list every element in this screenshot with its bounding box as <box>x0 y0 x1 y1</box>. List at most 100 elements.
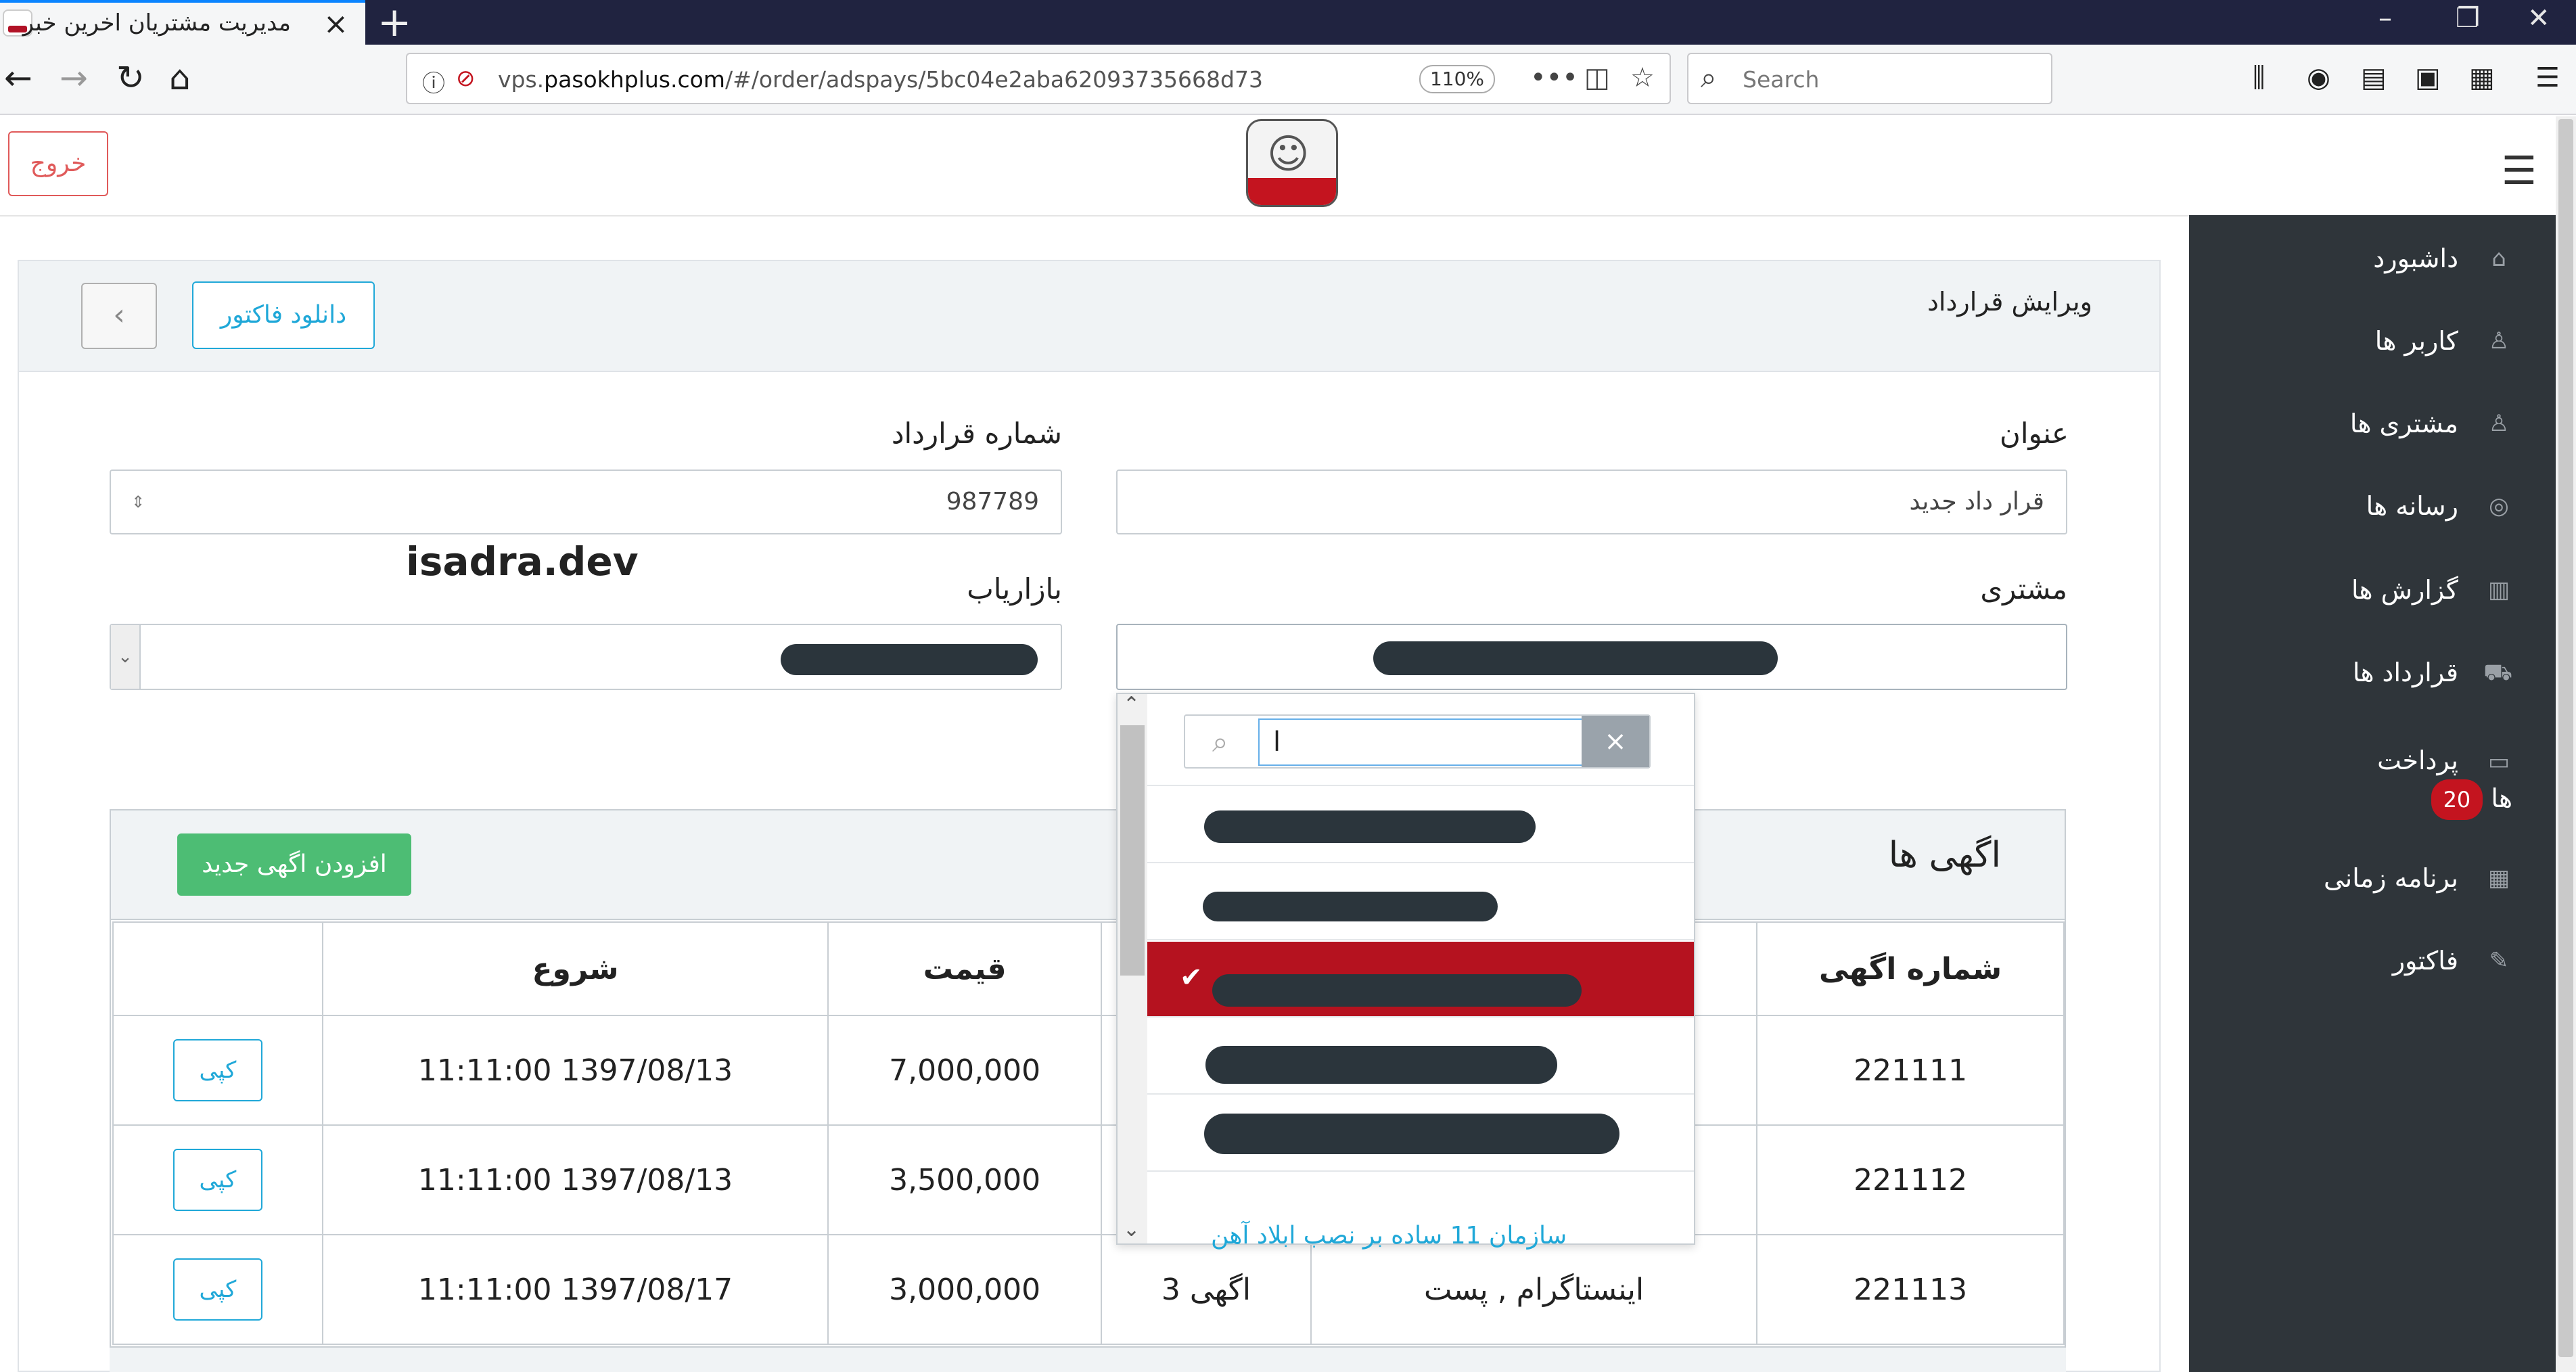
bookmark-star-icon[interactable]: ☆ <box>1630 62 1655 93</box>
more-actions-icon[interactable]: ••• <box>1530 62 1578 93</box>
sidebar-item-dashboard[interactable]: ⌂ داشبورد <box>2373 244 2512 273</box>
download-invoice-button[interactable]: دانلود فاکتور <box>192 281 375 349</box>
chevron-left-icon: ‹ <box>113 298 125 332</box>
sidebar-item-schedule[interactable]: ▦ برنامه زمانی <box>2324 863 2512 893</box>
number-cell: 221112 <box>1756 1124 2065 1235</box>
back-icon[interactable]: ← <box>4 58 32 97</box>
info-icon[interactable]: ⓘ <box>422 65 445 98</box>
payments-badge: 20 <box>2431 779 2483 820</box>
hamburger-icon[interactable]: ☰ <box>2502 147 2537 193</box>
scroll-up-icon[interactable]: ⌃ <box>1123 693 1140 716</box>
scroll-down-icon[interactable]: ⌄ <box>1123 1218 1140 1241</box>
sidebar-item-contracts[interactable]: ⛟ قرارداد ها <box>2353 658 2512 687</box>
forward-icon[interactable]: → <box>60 58 88 97</box>
name-cell: اگهی 3 <box>1101 1234 1312 1345</box>
table-header-row: شروع قیمت شماره اگهی <box>112 921 2065 1016</box>
redacted-option <box>1212 974 1582 1007</box>
marketer-select[interactable]: ⌄ <box>110 624 1062 690</box>
edit-icon: ✎ <box>2489 947 2509 974</box>
smiley-icon: ☺ <box>1267 131 1310 178</box>
page-title: ویرایش قرارداد <box>1927 287 2092 317</box>
dropdown-option[interactable] <box>1147 1096 1694 1172</box>
media-cell: اینستاگرام , پست <box>1310 1234 1758 1345</box>
redacted-marketer <box>781 644 1038 675</box>
sidebar-item-payments[interactable]: ▭ پرداخت ها 20 <box>2377 741 2512 820</box>
browser-tab[interactable]: مدیریت مشتریان اخرین خبر × <box>0 0 365 45</box>
pocket-icon[interactable]: ◫ <box>1584 62 1610 93</box>
browser-search[interactable]: ⌕ Search <box>1687 53 2052 104</box>
title-input[interactable]: قرار داد جدید <box>1116 470 2067 534</box>
copy-button[interactable]: کپی <box>172 1258 262 1321</box>
new-tab-button[interactable]: + <box>377 0 411 46</box>
reload-icon[interactable]: ↻ <box>116 58 145 97</box>
table-footer <box>110 1346 2066 1372</box>
sidebar-item-media[interactable]: ◎ رسانه ها <box>2366 491 2512 521</box>
check-icon: ✔ <box>1180 962 1203 993</box>
url-bar[interactable]: ⓘ ⊘ vps.pasokhplus.com/#/order/adspays/5… <box>406 53 1671 104</box>
sidebar-item-invoice[interactable]: ✎ فاکتور <box>2393 946 2512 976</box>
add-ad-button[interactable]: افزودن اگهی جدید <box>177 833 411 896</box>
copy-button[interactable]: کپی <box>172 1149 262 1211</box>
customer-select[interactable] <box>1116 624 2067 690</box>
search-icon: ⌕ <box>1212 725 1228 758</box>
chevron-down-icon[interactable]: ⌄ <box>111 625 141 689</box>
redacted-option <box>1203 892 1498 921</box>
sidebar-item-customers[interactable]: ♙ مشتری ها <box>2350 409 2512 438</box>
insecure-icon: ⊘ <box>456 65 476 92</box>
clear-icon[interactable]: × <box>1582 716 1649 767</box>
start-cell: 1397/08/17 11:11:00 <box>321 1234 829 1345</box>
tab-title: مدیریت مشتریان اخرین خبر <box>22 9 291 37</box>
sidebar-item-users[interactable]: ♙ کاربر ها <box>2375 326 2512 356</box>
redacted-option <box>1204 810 1536 843</box>
logo[interactable]: ☺ <box>1246 119 1338 207</box>
dropdown-option-partial[interactable]: سازمان 11 ساده بر نصب ابلاد آهن <box>1211 1222 1567 1250</box>
window-close-icon[interactable]: ✕ <box>2527 3 2550 34</box>
menu-icon[interactable]: ☰ <box>2535 62 2560 93</box>
table-row: کپی 1397/08/13 11:11:00 3,500,000 221112 <box>112 1124 2065 1235</box>
start-cell: 1397/08/13 11:11:00 <box>321 1015 829 1126</box>
redacted-option <box>1204 1114 1619 1154</box>
screenshot-icon[interactable]: ▣ <box>2415 62 2441 93</box>
page-scrollbar-thumb[interactable] <box>2558 119 2573 1357</box>
extension-icon[interactable]: ◉ <box>2307 62 2330 93</box>
dropdown-option[interactable] <box>1147 787 1694 863</box>
minimize-icon[interactable]: – <box>2378 3 2392 34</box>
credit-card-icon: ▭ <box>2487 748 2510 775</box>
book-icon: ▥ <box>2487 576 2510 603</box>
logout-button[interactable]: خروج <box>8 131 108 196</box>
contract-number-input[interactable]: 987789 ⇕ <box>110 470 1062 534</box>
qr-icon[interactable]: ▦ <box>2469 62 2495 93</box>
back-button[interactable]: ‹ <box>81 283 157 349</box>
calendar-icon: ▦ <box>2487 865 2510 892</box>
library-icon[interactable]: ⫼ <box>2253 62 2265 93</box>
search-placeholder: Search <box>1743 66 1820 93</box>
price-cell: 7,000,000 <box>827 1015 1103 1126</box>
table-row: کپی 1397/08/13 11:11:00 7,000,000 221111 <box>112 1015 2065 1126</box>
spinner-icon[interactable]: ⇕ <box>131 471 145 533</box>
column-header-price: قیمت <box>827 921 1103 1016</box>
copy-button[interactable]: کپی <box>172 1039 262 1101</box>
dropdown-search-input[interactable]: ا <box>1258 718 1583 766</box>
column-header <box>112 921 323 1016</box>
close-tab-icon[interactable]: × <box>323 7 348 41</box>
restore-icon[interactable]: ❐ <box>2456 3 2480 34</box>
sidebar-toggle-icon[interactable]: ▤ <box>2361 62 2387 93</box>
column-header-ad-number: شماره اگهی <box>1756 921 2065 1016</box>
number-cell: 221111 <box>1756 1015 2065 1126</box>
dropdown-option-selected[interactable]: ✔ <box>1147 942 1694 1017</box>
price-cell: 3,000,000 <box>827 1234 1103 1345</box>
logo-band <box>1248 178 1336 205</box>
dropdown-scrollbar-thumb[interactable] <box>1120 725 1145 976</box>
dropdown-option[interactable] <box>1147 1019 1694 1095</box>
marketer-label: بازاریاب <box>967 572 1062 605</box>
home-icon[interactable]: ⌂ <box>169 58 191 97</box>
ads-table: شروع قیمت شماره اگهی کپی 1397/08/13 11:1… <box>112 921 2065 1345</box>
redacted-customer <box>1373 641 1778 675</box>
url-text: vps.pasokhplus.com/#/order/adspays/5bc04… <box>498 66 1263 93</box>
search-icon: ⌕ <box>1701 61 1717 94</box>
column-header-start: شروع <box>321 921 829 1016</box>
zoom-level[interactable]: 110% <box>1419 65 1495 93</box>
customer-label: مشتری <box>1980 572 2067 605</box>
sidebar-item-reports[interactable]: ▥ گزارش ها <box>2351 575 2512 605</box>
dropdown-option[interactable] <box>1147 865 1694 940</box>
